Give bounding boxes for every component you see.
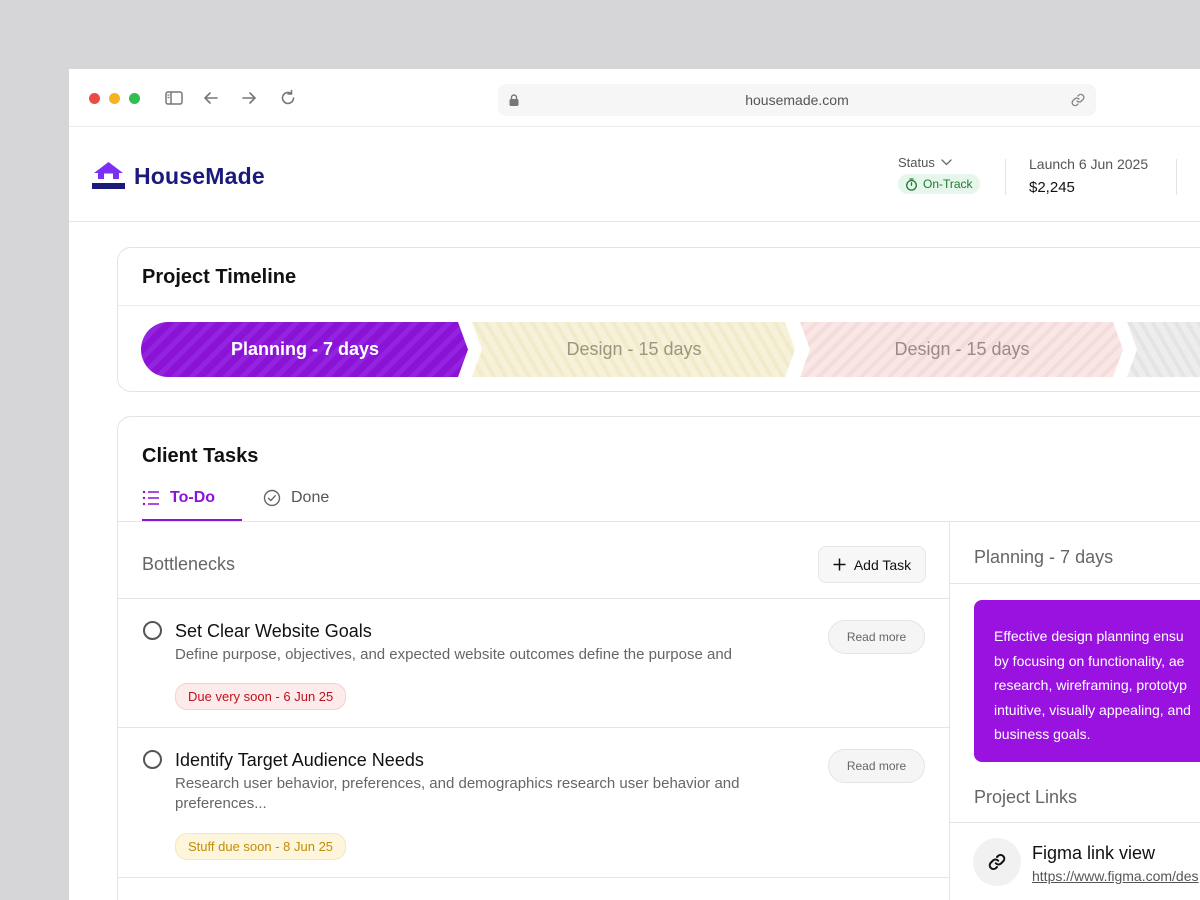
plus-icon	[833, 558, 846, 571]
divider	[950, 583, 1200, 584]
header-divider	[1176, 159, 1177, 195]
tab-done[interactable]: Done	[263, 489, 329, 507]
app-header: HouseMade Status On-Track Launch 6 Jun 2…	[69, 128, 1200, 222]
timeline-phase-planning[interactable]: Planning - 7 days	[141, 322, 469, 377]
list-icon	[142, 490, 159, 506]
stopwatch-icon	[906, 177, 917, 191]
read-more-button[interactable]: Read more	[828, 620, 925, 654]
divider	[118, 305, 1200, 306]
back-arrow-icon[interactable]	[201, 88, 221, 108]
tab-label: To-Do	[170, 489, 216, 506]
reload-icon[interactable]	[278, 88, 298, 108]
task-description: Research user behavior, preferences, and…	[175, 775, 740, 812]
timeline-phase-design-2[interactable]: Design - 15 days	[800, 322, 1124, 377]
timeline-phase-next[interactable]	[1127, 322, 1200, 377]
project-links-heading: Project Links	[974, 787, 1078, 807]
forward-arrow-icon[interactable]	[239, 88, 259, 108]
divider	[118, 877, 949, 878]
status-dropdown[interactable]: Status	[898, 155, 980, 170]
task-description: Define purpose, objectives, and expected…	[175, 646, 733, 663]
divider	[118, 727, 949, 728]
check-circle-icon	[263, 489, 281, 507]
logo[interactable]: HouseMade	[92, 161, 265, 191]
task-checkbox[interactable]	[143, 621, 162, 640]
copy-link-icon[interactable]	[1070, 92, 1086, 108]
tab-todo[interactable]: To-Do	[142, 489, 215, 507]
link-icon-circle	[973, 838, 1021, 886]
logo-text: HouseMade	[134, 162, 265, 189]
phase-shape	[1127, 322, 1200, 377]
divider	[118, 521, 1200, 522]
link-icon	[988, 854, 1006, 870]
timeline-title: Project Timeline	[142, 266, 297, 288]
project-timeline-card: Project Timeline Planning - 7 days Desig…	[117, 247, 1200, 392]
header-divider	[1005, 159, 1006, 195]
minimize-window-button[interactable]	[109, 93, 120, 104]
house-logo-icon	[92, 162, 125, 189]
phase-label: Design - 15 days	[566, 339, 702, 359]
close-window-button[interactable]	[89, 93, 100, 104]
task-title: Identify Target Audience Needs	[175, 750, 424, 770]
launch-block: Launch 6 Jun 2025 $2,245	[1029, 156, 1148, 196]
browser-window: housemade.com HouseMade Status On-Track …	[69, 69, 1200, 900]
status-badge-text: On-Track	[923, 177, 973, 191]
launch-amount: $2,245	[1029, 179, 1075, 196]
due-badge: Due very soon - 6 Jun 25	[175, 683, 347, 710]
status-label: Status	[898, 155, 935, 170]
task-checkbox[interactable]	[143, 750, 162, 769]
due-badge: Stuff due soon - 8 Jun 25	[175, 833, 347, 860]
phase-label: Design - 15 days	[894, 339, 1030, 359]
link-title: Figma link view	[1032, 843, 1156, 863]
add-task-button[interactable]: Add Task	[818, 546, 926, 583]
url-text: housemade.com	[745, 92, 849, 108]
bottlenecks-heading: Bottlenecks	[142, 554, 236, 574]
read-more-button[interactable]: Read more	[828, 749, 925, 783]
sidebar-toggle-icon[interactable]	[164, 88, 184, 108]
status-badge: On-Track	[898, 174, 980, 194]
chevron-down-icon	[941, 159, 952, 166]
timeline-phase-design[interactable]: Design - 15 days	[472, 322, 796, 377]
launch-date: Launch 6 Jun 2025	[1029, 156, 1149, 172]
tab-label: Done	[291, 489, 330, 506]
maximize-window-button[interactable]	[129, 93, 140, 104]
column-divider	[949, 522, 950, 900]
status-block[interactable]: Status On-Track	[898, 155, 980, 196]
phase-label: Planning - 7 days	[230, 339, 380, 359]
address-bar[interactable]: housemade.com	[498, 84, 1096, 116]
divider	[118, 598, 949, 599]
browser-toolbar: housemade.com	[69, 69, 1200, 127]
phase-description-box: Effective design planning ensu by focusi…	[974, 600, 1200, 762]
add-task-label: Add Task	[853, 556, 912, 573]
task-title: Set Clear Website Goals	[175, 621, 372, 641]
phase-detail-title: Planning - 7 days	[974, 547, 1114, 567]
tasks-title: Client Tasks	[142, 445, 259, 467]
phase-description: Effective design planning ensu by focusi…	[994, 628, 1191, 742]
divider	[950, 822, 1200, 823]
link-url[interactable]: https://www.figma.com/des	[1032, 868, 1199, 884]
client-tasks-card: Client Tasks To-Do Done Bottlenecks Add …	[117, 416, 1200, 900]
